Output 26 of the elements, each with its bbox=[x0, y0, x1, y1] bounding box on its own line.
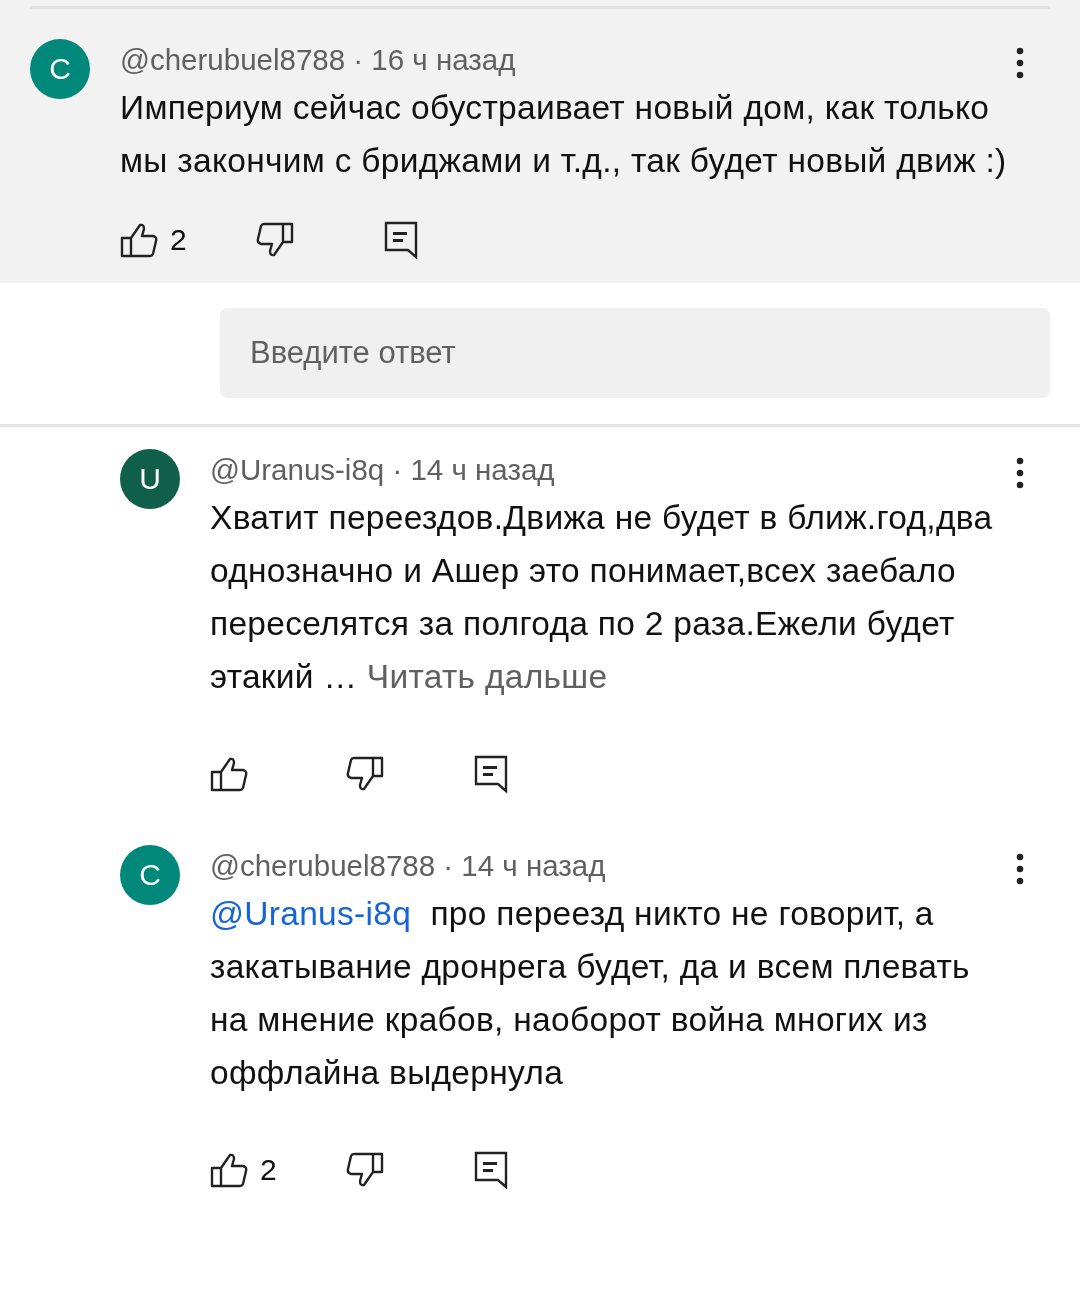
mention-link[interactable]: @Uranus-i8q bbox=[210, 895, 412, 932]
thumbs-up-icon bbox=[210, 756, 248, 792]
thumbs-down-icon bbox=[256, 222, 294, 258]
more-options-icon[interactable] bbox=[1016, 853, 1024, 885]
thumbs-down-icon bbox=[346, 756, 384, 792]
comment-icon bbox=[384, 221, 418, 259]
more-options-icon[interactable] bbox=[1016, 47, 1024, 79]
comment-icon bbox=[474, 755, 508, 793]
comment-meta: @Uranus-i8q · 14 ч назад bbox=[210, 453, 556, 487]
comment-meta: @cherubuel8788 · 14 ч назад bbox=[210, 849, 607, 883]
comment-icon bbox=[474, 1151, 508, 1189]
like-button[interactable]: 2 bbox=[120, 222, 256, 258]
comment-text: Империум сейчас обустраивает новый дом, как только мы закончим с бриджами и т.д., так будет новый движ :) bbox=[120, 88, 1008, 181]
more-options-icon[interactable] bbox=[1016, 457, 1024, 489]
avatar[interactable]: U bbox=[120, 449, 180, 509]
avatar[interactable]: C bbox=[120, 845, 180, 905]
read-more-link[interactable]: Читать дальше bbox=[366, 658, 608, 695]
thumbs-up-icon bbox=[210, 1152, 248, 1188]
like-button[interactable]: 2 bbox=[210, 1152, 346, 1188]
reply-input-field[interactable]: Введите ответ bbox=[220, 308, 1050, 398]
thumbs-up-icon bbox=[120, 222, 158, 258]
comment-text: @Uranus-i8q про переезд никто не говорит, а закатывание дронрега будет, да и всем плевать на мнение крабов, наоборот война многих из оффлайна выдернула bbox=[210, 894, 971, 1093]
comment-text: Хватит переездов.Движа не будет в ближ.год,два однозначно и Ашер это понимает,всех заебало переселятся за полгода по 2 раза.Ежели будет этакий … Читать дальше bbox=[210, 498, 994, 697]
thumbs-down-icon bbox=[346, 1152, 384, 1188]
avatar[interactable]: C bbox=[30, 39, 90, 99]
comment-meta: @cherubuel8788 · 16 ч назад bbox=[120, 43, 517, 77]
